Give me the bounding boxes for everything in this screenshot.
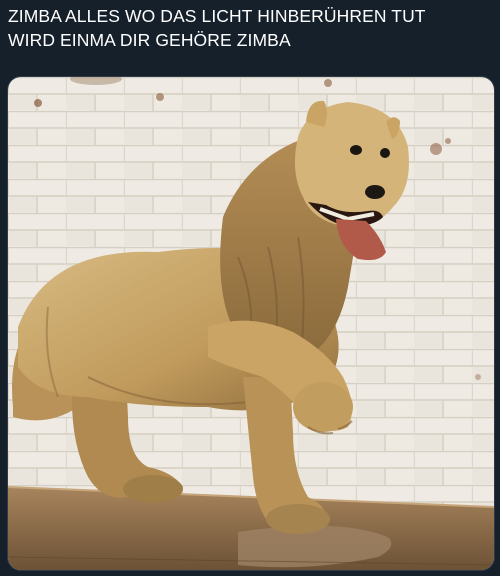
caption-line-2: WIRD EINMA DIR GEHÖRE ZIMBA xyxy=(8,30,291,50)
stuffed-lion-photo[interactable] xyxy=(8,77,494,570)
tweet-post: ZIMBA ALLES WO DAS LICHT HINBERÜHREN TUT… xyxy=(0,0,500,576)
tweet-caption: ZIMBA ALLES WO DAS LICHT HINBERÜHREN TUT… xyxy=(8,4,492,52)
caption-line-1: ZIMBA ALLES WO DAS LICHT HINBERÜHREN TUT xyxy=(8,6,426,26)
tweet-media[interactable] xyxy=(7,76,495,571)
